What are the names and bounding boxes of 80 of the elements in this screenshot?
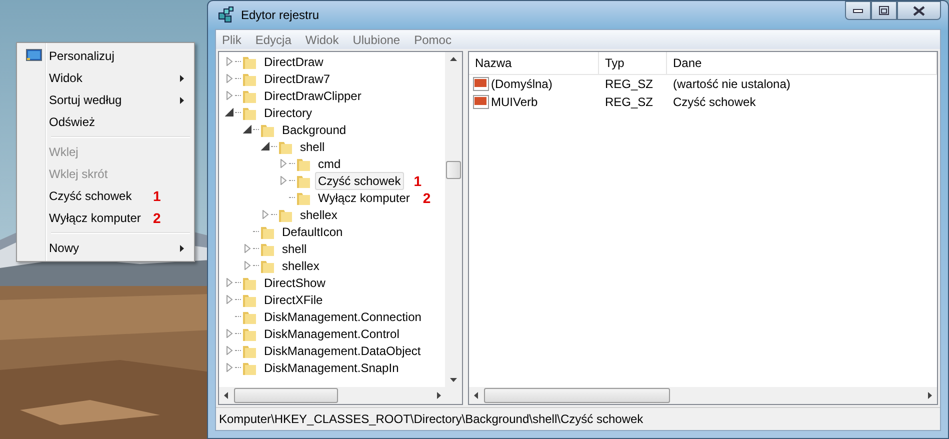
value-name[interactable]: MUIVerb — [491, 95, 538, 109]
column-header[interactable]: Typ — [599, 52, 667, 74]
scroll-right-icon[interactable] — [928, 392, 932, 399]
minimize-icon — [853, 8, 863, 12]
maximize-icon — [879, 6, 889, 15]
expand-icon[interactable] — [225, 329, 234, 338]
expand-icon[interactable] — [225, 74, 234, 83]
tree-item[interactable]: DefaultIcon — [279, 222, 346, 240]
number-marker: 2 — [422, 190, 431, 206]
expand-icon[interactable] — [225, 295, 234, 304]
scroll-up-icon[interactable] — [450, 57, 457, 61]
tree-item[interactable]: DiskManagement.Connection — [261, 308, 424, 326]
monitor-icon — [26, 49, 42, 63]
table-cell-text: Czyść schowek — [672, 95, 757, 109]
column-header[interactable]: Dane — [667, 52, 937, 74]
string-value-icon — [473, 95, 489, 109]
collapse-icon[interactable] — [243, 125, 252, 134]
tree-item[interactable]: cmd — [315, 154, 344, 172]
string-value-icon — [473, 77, 489, 91]
expand-icon[interactable] — [225, 91, 234, 100]
tree-item[interactable]: DirectDraw — [261, 52, 326, 70]
tree-item[interactable]: DirectDraw7 — [261, 70, 334, 88]
scroll-down-icon[interactable] — [450, 378, 457, 382]
minimize-button[interactable] — [845, 1, 871, 20]
scrollbar-thumb[interactable] — [446, 161, 461, 179]
menu-item[interactable]: Odśwież — [19, 111, 192, 133]
expand-icon[interactable] — [243, 244, 252, 253]
collapse-icon[interactable] — [225, 108, 234, 117]
column-header[interactable]: Nazwa — [469, 52, 599, 74]
tree-item[interactable]: shell — [279, 240, 310, 258]
close-icon — [913, 6, 925, 16]
tree-item[interactable]: DiskManagement.Control — [261, 324, 402, 342]
tree-item[interactable]: Directory — [261, 104, 316, 122]
tree-item[interactable]: shellex — [279, 256, 322, 274]
tree-item[interactable]: DiskManagement.DataObject — [261, 342, 424, 360]
tree-item[interactable]: DirectShow — [261, 274, 328, 292]
tree-item[interactable]: shell — [297, 138, 328, 156]
close-button[interactable] — [897, 1, 941, 20]
expand-icon[interactable] — [225, 363, 234, 372]
number-marker: 1 — [153, 188, 161, 204]
maximize-button[interactable] — [871, 1, 897, 20]
collapse-icon[interactable] — [261, 142, 270, 151]
menu-item[interactable]: Wyłącz komputer 2 — [19, 207, 192, 229]
tree-item[interactable]: DiskManagement.SnapIn — [261, 358, 402, 376]
menu-item[interactable]: Czyść schowek 1 — [19, 185, 192, 207]
menu-item[interactable]: Sortuj według — [19, 89, 192, 111]
tree-item[interactable]: DirectDrawClipper — [261, 86, 364, 104]
expand-icon[interactable] — [279, 159, 288, 168]
menu-bar-item[interactable]: Ulubione — [352, 32, 400, 46]
tree-item[interactable]: Wyłącz komputer — [315, 188, 413, 206]
value-name[interactable]: (Domyślna) — [491, 77, 552, 91]
expand-icon[interactable] — [225, 346, 234, 355]
expand-icon[interactable] — [243, 261, 252, 270]
expand-icon[interactable] — [261, 210, 270, 219]
scroll-left-icon[interactable] — [474, 392, 478, 399]
menu-bar-item[interactable]: Pomoc — [414, 32, 452, 46]
expand-icon[interactable] — [279, 176, 288, 185]
tree-item[interactable]: shellex — [297, 206, 340, 224]
table-cell-text: REG_SZ — [604, 77, 654, 91]
menu-item[interactable]: Personalizuj — [19, 45, 192, 67]
scrollbar-thumb[interactable] — [234, 388, 338, 403]
number-marker: 1 — [414, 172, 422, 188]
tree-item[interactable]: DirectXFile — [261, 290, 326, 308]
scroll-right-icon[interactable] — [437, 392, 441, 399]
registry-path: Komputer\HKEY_CLASSES_ROOT\Directory\Background\shell\Czyść schowek — [219, 412, 644, 426]
number-marker: 2 — [153, 210, 161, 226]
table-cell-text: REG_SZ — [604, 95, 654, 109]
scrollbar-thumb[interactable] — [484, 388, 670, 403]
menu-item[interactable]: Nowy — [19, 237, 192, 259]
menu-item[interactable]: Widok — [19, 67, 192, 89]
table-cell-text: (wartość nie ustalona) — [672, 77, 792, 91]
menu-bar-item[interactable]: Widok — [305, 32, 339, 46]
menu-bar-item[interactable]: Edycja — [255, 32, 292, 46]
menu-bar-item[interactable]: Plik — [222, 32, 242, 46]
window-title: Edytor rejestru — [241, 8, 320, 22]
expand-icon[interactable] — [225, 57, 234, 66]
tree-item[interactable]: Background — [279, 120, 350, 138]
tree-item[interactable]: Czyść schowek — [315, 172, 404, 190]
registry-cubes-icon — [217, 6, 235, 24]
scroll-left-icon[interactable] — [224, 392, 228, 399]
